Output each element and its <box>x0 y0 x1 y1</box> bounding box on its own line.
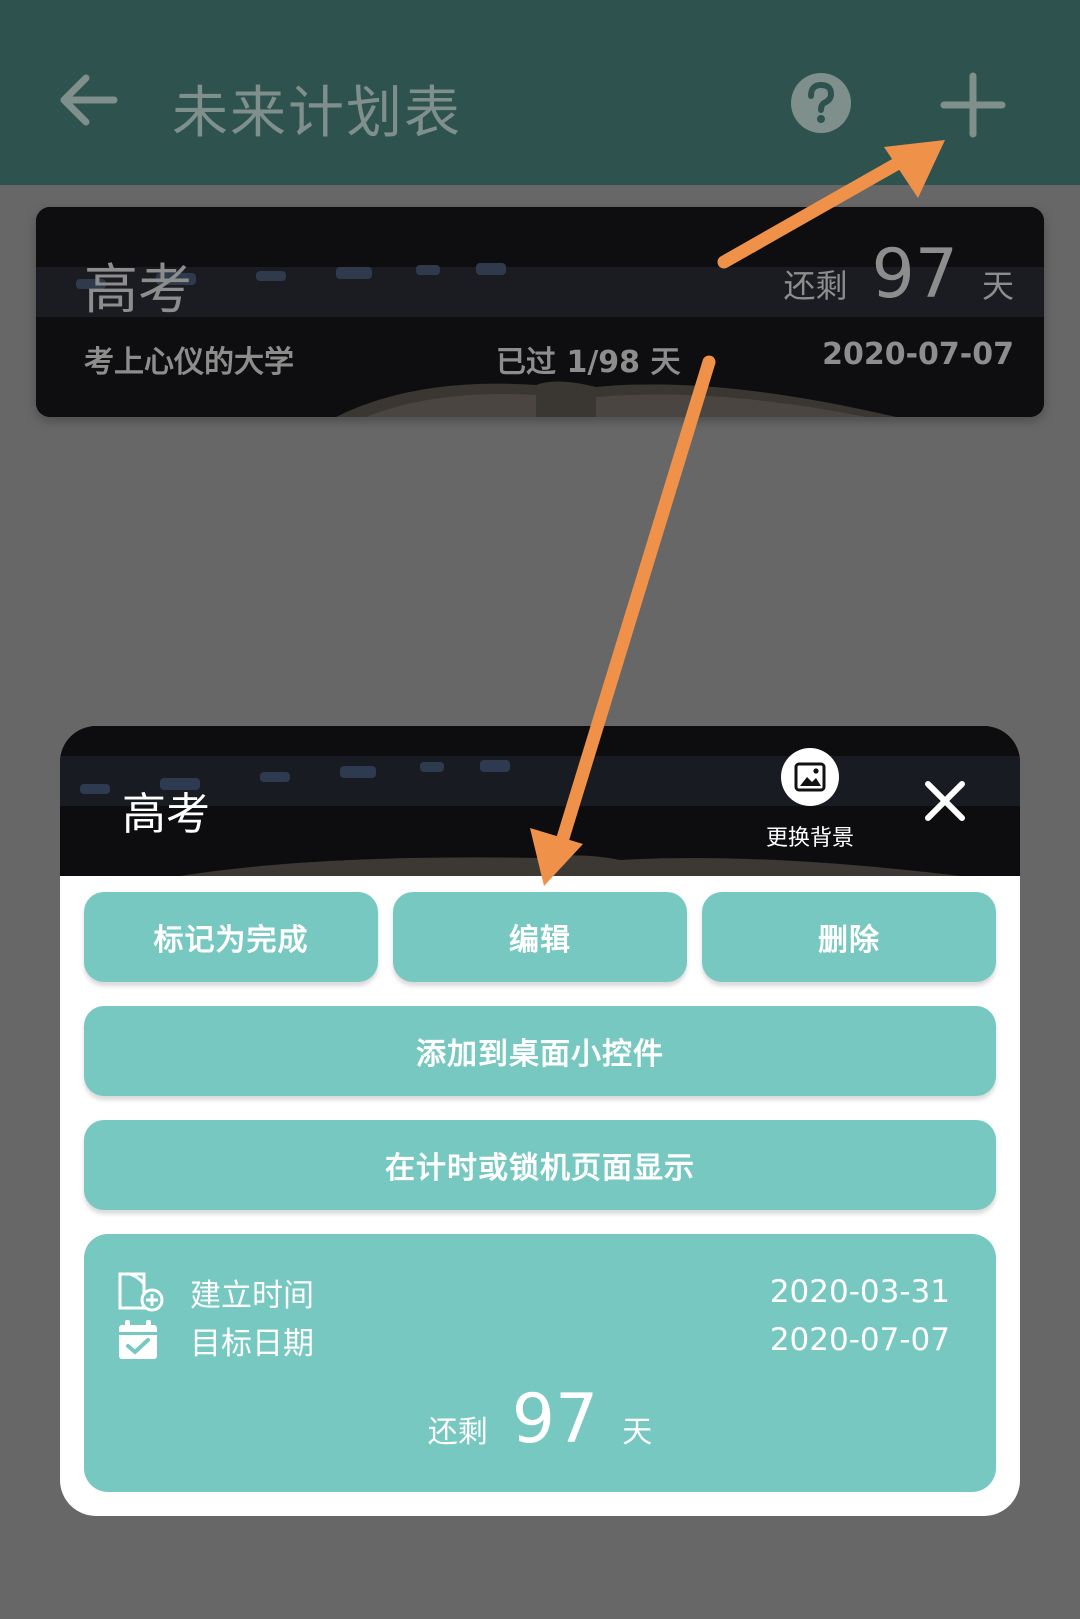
plan-target-date: 2020-07-07 <box>822 337 1014 372</box>
dialog-header: 高考 更换背景 <box>60 726 1020 876</box>
help-circle-icon[interactable] <box>790 72 852 134</box>
info-remain-counter: 还剩 97 天 <box>84 1380 996 1459</box>
created-label: 建立时间 <box>190 1277 314 1314</box>
show-on-lock-button[interactable]: 在计时或锁机页面显示 <box>84 1120 996 1210</box>
plan-name: 高考 <box>84 258 192 321</box>
remain-label: 还剩 <box>783 267 848 305</box>
target-row: 目标日期 2020-07-07 <box>116 1318 950 1362</box>
mark-done-button[interactable]: 标记为完成 <box>84 892 378 982</box>
info-remain-unit: 天 <box>622 1415 653 1450</box>
edit-button[interactable]: 编辑 <box>393 892 687 982</box>
change-background-button[interactable]: 更换背景 <box>750 748 870 852</box>
remain-unit: 天 <box>981 267 1014 305</box>
plan-info-panel: 建立时间 2020-03-31 目标日期 2020-07-07 还剩 97 天 <box>84 1234 996 1492</box>
remain-counter: 还剩 97 天 <box>783 235 1014 314</box>
page-title: 未来计划表 <box>172 81 462 146</box>
calendar-add-icon <box>118 1272 164 1312</box>
close-icon[interactable] <box>920 776 970 826</box>
plan-actions-dialog: 高考 更换背景 标记为完成 编辑 删除 添加到桌面小控件 在计时或锁机页面显示 <box>60 726 1020 1516</box>
dialog-title: 高考 <box>122 789 210 840</box>
plan-passed: 已过 1/98 天 <box>496 345 681 380</box>
info-remain-label: 还剩 <box>427 1415 488 1450</box>
info-remain-days: 97 <box>511 1380 599 1459</box>
delete-button[interactable]: 删除 <box>702 892 996 982</box>
target-label: 目标日期 <box>190 1325 314 1362</box>
arrow-left-icon[interactable] <box>56 72 120 128</box>
add-widget-button[interactable]: 添加到桌面小控件 <box>84 1006 996 1096</box>
remain-days: 97 <box>871 235 958 314</box>
app-bar: 未来计划表 <box>0 0 1080 185</box>
calendar-check-icon <box>119 1320 157 1359</box>
target-value: 2020-07-07 <box>769 1322 950 1358</box>
change-background-label: 更换背景 <box>765 826 854 851</box>
plus-icon[interactable] <box>940 72 1006 138</box>
image-icon <box>781 748 839 806</box>
created-value: 2020-03-31 <box>769 1274 950 1310</box>
plan-card[interactable]: 高考 还剩 97 天 考上心仪的大学 已过 1/98 天 2020-07-07 <box>36 207 1044 417</box>
created-row: 建立时间 2020-03-31 <box>116 1270 950 1314</box>
plan-subtitle: 考上心仪的大学 <box>84 345 294 380</box>
